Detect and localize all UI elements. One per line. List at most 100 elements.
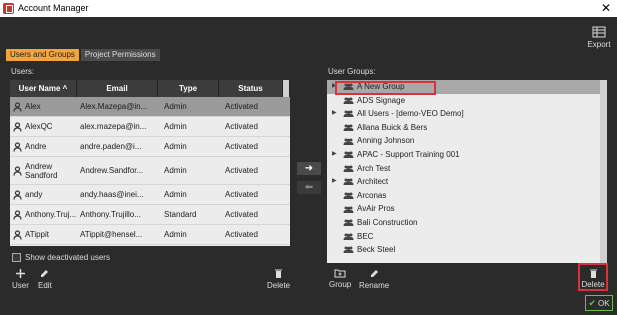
- person-icon: [13, 189, 22, 200]
- expand-caret-icon[interactable]: ▶: [332, 175, 337, 189]
- add-user-button[interactable]: User: [12, 268, 29, 290]
- group-icon: [343, 138, 354, 145]
- rename-button-label: Rename: [359, 281, 390, 290]
- table-row[interactable]: andy andy.haas@inei... Admin Activated: [10, 185, 290, 205]
- export-button[interactable]: Export: [585, 26, 613, 49]
- tree-item[interactable]: Anning Johnson: [327, 134, 607, 148]
- user-name: Andre: [25, 142, 47, 151]
- user-type: Standard: [164, 210, 197, 219]
- user-status: Activated: [225, 230, 258, 239]
- user-email: Alex.Mazepa@in...: [80, 102, 148, 111]
- column-header-email[interactable]: Email: [77, 80, 158, 97]
- delete-user-label: Delete: [267, 281, 291, 290]
- user-name: andy: [25, 190, 43, 199]
- rename-group-button[interactable]: Rename: [359, 268, 389, 290]
- tree-item[interactable]: ▶ All Users - [demo-VEO Demo]: [327, 107, 607, 121]
- tab-users-and-groups[interactable]: Users and Groups: [6, 49, 79, 61]
- title-bar: Account Manager ✕: [0, 0, 617, 17]
- tree-item[interactable]: ▶ APAC - Support Training 001: [327, 148, 607, 162]
- show-deactivated-checkbox[interactable]: [12, 253, 21, 262]
- table-row[interactable]: Andre andre.paden@i... Admin Activated: [10, 137, 290, 157]
- group-name: ADS Signage: [357, 95, 406, 105]
- column-header-user-name[interactable]: User Name ^: [10, 80, 77, 97]
- delete-user-button[interactable]: Delete: [267, 268, 290, 290]
- person-icon: [13, 209, 22, 220]
- group-icon: [343, 219, 354, 227]
- group-icon: [343, 165, 354, 172]
- user-status: Activated: [225, 166, 258, 175]
- window-title: Account Manager: [18, 3, 89, 13]
- pencil-icon: [41, 270, 49, 277]
- user-status: Activated: [225, 102, 258, 111]
- group-name: Beck Steel: [357, 245, 396, 255]
- checkmark-icon: ✔: [588, 297, 596, 308]
- user-name: Andrew Sandford: [25, 161, 58, 180]
- tab-project-permissions[interactable]: Project Permissions: [80, 49, 160, 61]
- table-row[interactable]: AlexQC alex.mazepa@in... Admin Activated: [10, 117, 290, 137]
- show-deactivated-toggle[interactable]: Show deactivated users: [12, 253, 110, 262]
- remove-from-group-button[interactable]: ⬅: [297, 181, 321, 194]
- group-icon: [343, 124, 354, 132]
- edit-user-button[interactable]: Edit: [38, 268, 52, 290]
- plus-icon: [15, 269, 25, 278]
- tree-item[interactable]: BEC: [327, 230, 607, 244]
- person-icon: [13, 101, 22, 112]
- user-name: ATippit: [25, 230, 50, 239]
- user-name-cell: andy: [10, 189, 77, 200]
- scrollbar[interactable]: [600, 80, 607, 263]
- group-icon: [343, 83, 354, 91]
- tree-item[interactable]: ▶ A New Group: [327, 80, 607, 94]
- user-status: Activated: [225, 190, 258, 199]
- person-icon: [13, 121, 22, 132]
- column-header-status[interactable]: Status: [219, 80, 283, 97]
- tree-item[interactable]: Arch Test: [327, 162, 607, 176]
- table-row[interactable]: Anthony.Truj... Anthony.Trujillo... Standa…: [10, 205, 290, 225]
- user-name: AlexQC: [25, 122, 53, 131]
- tree-item[interactable]: AvAir Pros: [327, 202, 607, 216]
- close-icon[interactable]: ✕: [601, 0, 611, 17]
- tree-item[interactable]: ▶ Architect: [327, 175, 607, 189]
- add-group-button[interactable]: Group: [329, 268, 351, 289]
- users-section-label: Users:: [11, 67, 35, 76]
- tree-item[interactable]: Bali Construction: [327, 216, 607, 230]
- edit-button-label: Edit: [38, 281, 52, 290]
- scrollbar[interactable]: [283, 80, 290, 97]
- user-email: andy.haas@inei...: [80, 190, 144, 199]
- tree-item[interactable]: Beck Steel: [327, 243, 607, 257]
- user-email: andre.paden@i...: [80, 142, 142, 151]
- person-icon: [13, 141, 22, 152]
- person-icon: [13, 229, 22, 240]
- tree-item[interactable]: ADS Signage: [327, 94, 607, 108]
- group-name: Architect: [357, 177, 389, 187]
- table-row[interactable]: ATippit ATippit@hensel... Admin Activated: [10, 225, 290, 245]
- group-icon: [343, 206, 354, 213]
- group-icon: [343, 192, 354, 200]
- user-name-cell: AlexQC: [10, 121, 77, 132]
- group-name: AvAir Pros: [357, 204, 395, 214]
- user-name-cell: Andrew Sandford: [10, 162, 77, 180]
- tab-bar: Users and Groups Project Permissions: [6, 49, 160, 61]
- column-header-type[interactable]: Type: [158, 80, 219, 97]
- user-email: Andrew.Sandfor...: [80, 166, 144, 175]
- table-row[interactable]: Andrew Sandford Andrew.Sandfor... Admin Act…: [10, 157, 290, 185]
- add-to-group-button[interactable]: ➜: [297, 162, 321, 175]
- tree-item[interactable]: Arconas: [327, 189, 607, 203]
- user-type: Admin: [164, 122, 187, 131]
- group-icon: [343, 110, 354, 118]
- expand-caret-icon[interactable]: ▶: [332, 107, 337, 121]
- ok-label: OK: [597, 298, 610, 308]
- user-status: Activated: [225, 210, 258, 219]
- trash-icon: [275, 269, 283, 278]
- group-icon: [343, 233, 354, 240]
- group-name: APAC - Support Training 001: [357, 149, 460, 159]
- ok-button[interactable]: ✔ OK: [585, 295, 613, 311]
- trash-icon: [589, 269, 597, 278]
- delete-group-button[interactable]: Delete: [578, 263, 608, 291]
- tree-item[interactable]: Allana Buick & Bers: [327, 121, 607, 135]
- group-name: Allana Buick & Bers: [357, 122, 428, 132]
- table-row[interactable]: Alex Alex.Mazepa@in... Admin Activated: [10, 97, 290, 117]
- expand-caret-icon[interactable]: ▶: [332, 148, 337, 162]
- user-email: Anthony.Trujillo...: [80, 210, 141, 219]
- expand-caret-icon[interactable]: ▶: [332, 80, 337, 94]
- user-type: Admin: [164, 230, 187, 239]
